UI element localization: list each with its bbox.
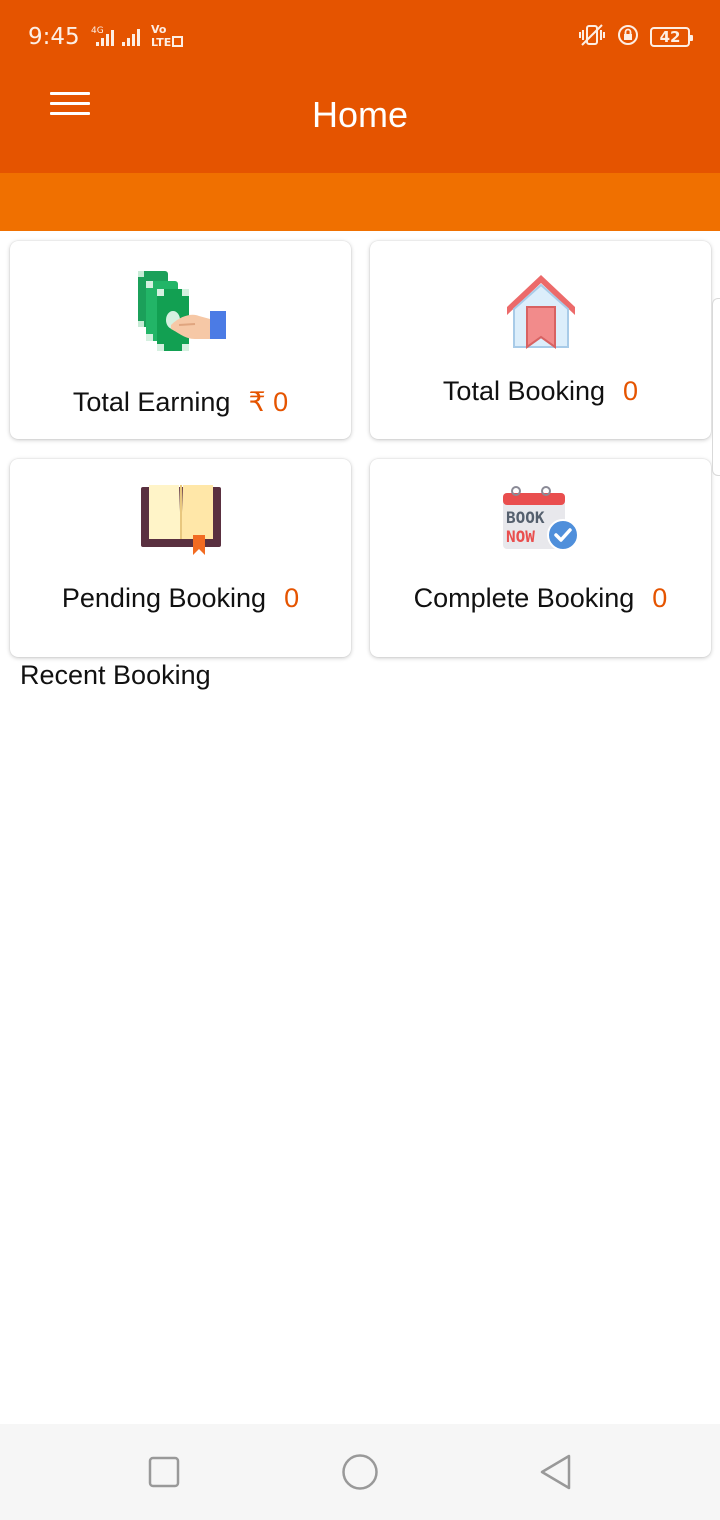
svg-text:Vo: Vo xyxy=(151,23,167,36)
recents-square-icon[interactable] xyxy=(144,1452,184,1492)
header-band xyxy=(0,173,720,231)
pending-booking-row: Pending Booking 0 xyxy=(10,583,351,614)
status-time: 9:45 xyxy=(28,24,80,50)
pending-booking-value: 0 xyxy=(284,583,300,613)
total-booking-row: Total Booking 0 xyxy=(370,376,711,407)
battery-icon: 42 xyxy=(650,27,693,47)
total-booking-card[interactable]: Total Booking 0 xyxy=(370,241,711,439)
side-drawer-handle[interactable] xyxy=(712,298,720,476)
svg-text:NOW: NOW xyxy=(506,527,535,546)
complete-booking-row: Complete Booking 0 xyxy=(370,583,711,614)
status-right-icons: 42 xyxy=(578,23,693,52)
signal-icon: 4G xyxy=(88,24,118,48)
volte-icon: Vo LTE xyxy=(150,22,186,49)
network-type-label: 4G xyxy=(91,26,104,36)
pending-booking-card[interactable]: Pending Booking 0 xyxy=(10,459,351,657)
house-icon xyxy=(501,271,581,351)
total-earning-card[interactable]: Total Earning ₹ 0 xyxy=(10,241,351,439)
app-bar: Home xyxy=(0,72,720,173)
open-book-icon xyxy=(139,481,223,559)
money-hand-icon xyxy=(135,269,227,355)
signal-icon-2 xyxy=(120,24,146,48)
svg-text:LTE: LTE xyxy=(151,36,171,48)
page-title: Home xyxy=(311,94,409,135)
pending-booking-label: Pending Booking xyxy=(61,583,267,613)
book-now-calendar-icon: BOOK NOW xyxy=(501,485,581,555)
system-nav-bar xyxy=(0,1424,720,1520)
complete-booking-value: 0 xyxy=(652,583,668,613)
complete-booking-label: Complete Booking xyxy=(413,583,635,613)
total-earning-label: Total Earning xyxy=(72,387,231,417)
total-booking-label: Total Booking xyxy=(442,376,606,406)
status-bar: 9:45 4G Vo LTE 42 xyxy=(0,0,720,72)
vibrate-icon xyxy=(578,23,606,52)
total-booking-value: 0 xyxy=(623,376,639,406)
back-triangle-icon[interactable] xyxy=(536,1452,576,1492)
total-earning-value: ₹ 0 xyxy=(248,387,289,417)
total-earning-row: Total Earning ₹ 0 xyxy=(10,387,351,418)
complete-booking-card[interactable]: BOOK NOW Complete Booking 0 xyxy=(370,459,711,657)
recent-booking-title: Recent Booking xyxy=(20,660,211,690)
home-circle-icon[interactable] xyxy=(340,1452,380,1492)
rotation-lock-icon xyxy=(616,23,640,52)
svg-text:BOOK: BOOK xyxy=(506,508,545,527)
